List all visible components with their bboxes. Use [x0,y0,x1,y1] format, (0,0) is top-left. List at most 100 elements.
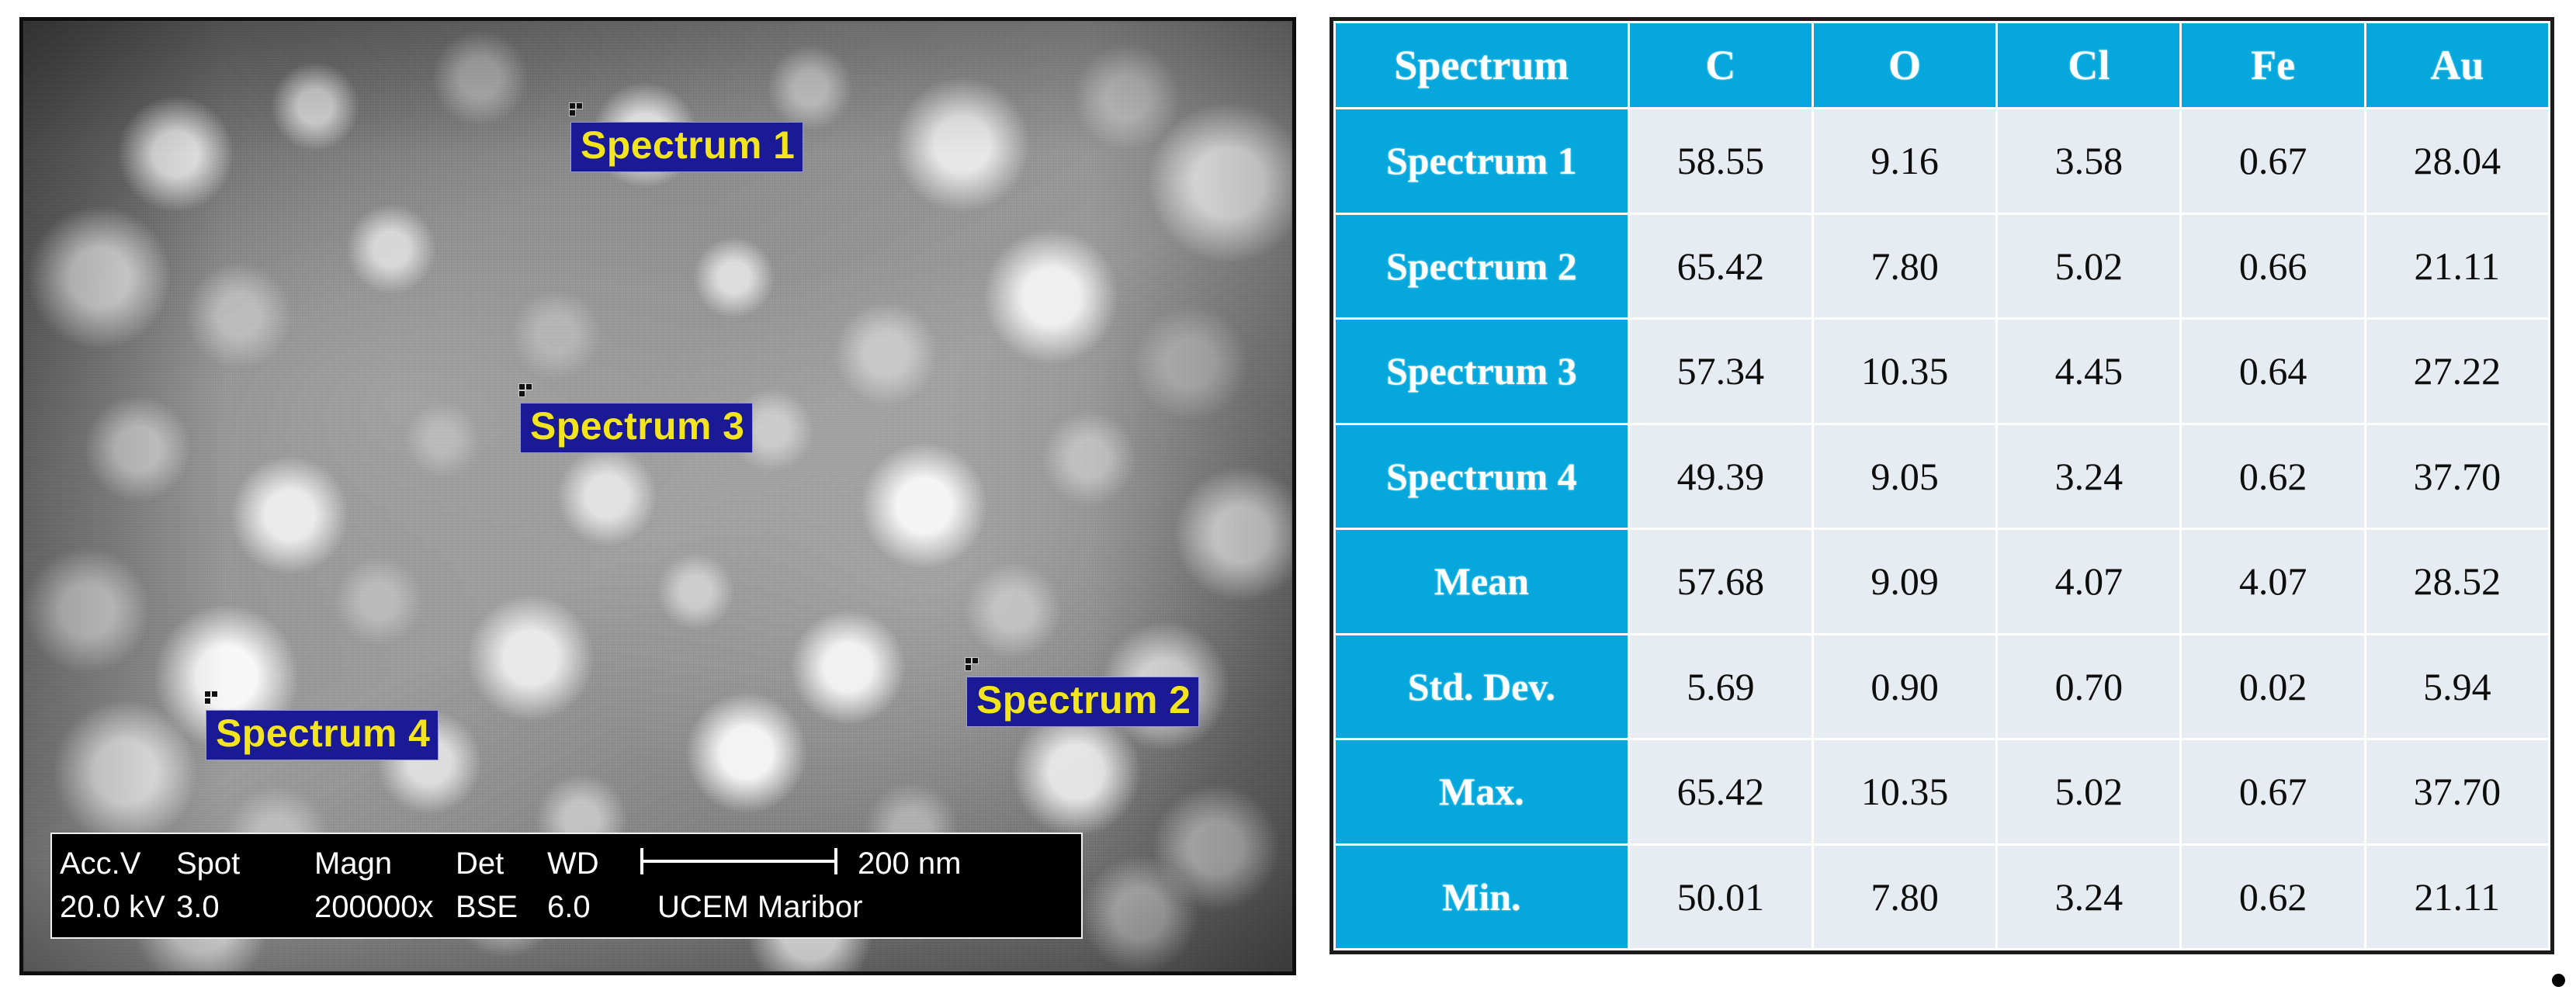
column-header-spectrum: Spectrum [1333,21,1630,109]
spectrum-label-2: Spectrum 2 [966,677,1200,727]
cell-fe: 4.07 [2179,528,2366,635]
table-row: Max. 65.42 10.35 5.02 0.67 37.70 [1333,738,2550,846]
row-header: Max. [1333,738,1630,846]
table-header-row: Spectrum C O Cl Fe Au [1333,21,2550,109]
cell-au: 28.52 [2363,528,2550,635]
crosshair-icon [205,691,219,705]
cell-o: 0.90 [1811,632,1999,740]
info-value-det: BSE [456,890,518,924]
cell-c: 49.39 [1627,422,1814,530]
scale-bar-line [642,859,836,863]
table-header: Spectrum C O Cl Fe Au [1333,21,2550,109]
table-row: Min. 50.01 7.80 3.24 0.62 21.11 [1333,843,2550,950]
cell-cl: 0.70 [1995,632,2182,740]
cell-au: 37.70 [2363,422,2550,530]
row-header: Spectrum 2 [1333,212,1630,320]
crosshair-icon [570,103,584,117]
info-label-det: Det [456,846,504,881]
cell-c: 65.42 [1627,738,1814,846]
table-row: Std. Dev. 5.69 0.90 0.70 0.02 5.94 [1333,632,2550,740]
scale-bar-graphic [639,847,839,874]
spectrum-label-1: Spectrum 1 [570,122,804,172]
cell-c: 57.34 [1627,317,1814,425]
spectrum-marker-1: Spectrum 1 [570,103,804,172]
cell-o: 9.16 [1811,107,1999,215]
cell-au: 37.70 [2363,738,2550,846]
cell-cl: 5.02 [1995,212,2182,320]
table-row: Spectrum 2 65.42 7.80 5.02 0.66 21.11 [1333,212,2550,320]
cell-c: 58.55 [1627,107,1814,215]
row-header: Spectrum 1 [1333,107,1630,215]
cell-fe: 0.02 [2179,632,2366,740]
trailing-period [2552,974,2565,987]
info-value-spot: 3.0 [176,890,220,924]
cell-au: 5.94 [2363,632,2550,740]
cell-fe: 0.67 [2179,738,2366,846]
scale-bar-value: 200 nm [858,846,962,881]
cell-cl: 4.45 [1995,317,2182,425]
cell-c: 57.68 [1627,528,1814,635]
eds-composition-table-panel: Spectrum C O Cl Fe Au Spectrum 1 58.55 9… [1330,17,2554,954]
row-header: Mean [1333,528,1630,635]
row-header: Min. [1333,843,1630,950]
cell-c: 5.69 [1627,632,1814,740]
column-header-c: C [1627,21,1814,109]
cell-cl: 3.58 [1995,107,2182,215]
cell-fe: 0.67 [2179,107,2366,215]
row-header: Spectrum 3 [1333,317,1630,425]
cell-au: 21.11 [2363,212,2550,320]
cell-c: 50.01 [1627,843,1814,950]
spectrum-marker-3: Spectrum 3 [519,384,754,453]
spectrum-label-3: Spectrum 3 [520,403,754,453]
sem-info-bar-values-row: 20.0 kV 3.0 200000x BSE 6.0 UCEM Maribor [60,885,1081,929]
cell-o: 9.05 [1811,422,1999,530]
cell-o: 10.35 [1811,317,1999,425]
cell-au: 21.11 [2363,843,2550,950]
spectrum-marker-4: Spectrum 4 [205,691,439,760]
cell-c: 65.42 [1627,212,1814,320]
cell-o: 10.35 [1811,738,1999,846]
info-label-acc-v: Acc.V [60,846,141,881]
cell-o: 7.80 [1811,843,1999,950]
scale-bar-right-cap [834,847,837,874]
column-header-o: O [1811,21,1999,109]
eds-composition-table: Spectrum C O Cl Fe Au Spectrum 1 58.55 9… [1333,21,2550,950]
spectrum-marker-2: Spectrum 2 [966,658,1200,727]
spectrum-label-4: Spectrum 4 [206,710,439,760]
column-header-cl: Cl [1995,21,2182,109]
sem-info-bar: Acc.V Spot Magn Det WD 200 nm 20.0 kV 3.… [50,833,1083,939]
row-header: Spectrum 4 [1333,422,1630,530]
cell-fe: 0.64 [2179,317,2366,425]
table-row: Mean 57.68 9.09 4.07 4.07 28.52 [1333,528,2550,635]
table-body: Spectrum 1 58.55 9.16 3.58 0.67 28.04 Sp… [1333,107,2550,950]
cell-fe: 0.62 [2179,422,2366,530]
cell-o: 7.80 [1811,212,1999,320]
info-label-magn: Magn [314,846,393,881]
column-header-fe: Fe [2179,21,2366,109]
info-value-facility: UCEM Maribor [657,890,863,924]
column-header-au: Au [2363,21,2550,109]
scale-bar [639,847,858,880]
cell-au: 28.04 [2363,107,2550,215]
table-row: Spectrum 3 57.34 10.35 4.45 0.64 27.22 [1333,317,2550,425]
info-label-wd: WD [547,846,599,881]
row-header: Std. Dev. [1333,632,1630,740]
crosshair-icon [966,658,979,672]
cell-fe: 0.66 [2179,212,2366,320]
info-value-acc-v: 20.0 kV [60,890,165,924]
cell-o: 9.09 [1811,528,1999,635]
table-row: Spectrum 4 49.39 9.05 3.24 0.62 37.70 [1333,422,2550,530]
cell-cl: 3.24 [1995,843,2182,950]
table-row: Spectrum 1 58.55 9.16 3.58 0.67 28.04 [1333,107,2550,215]
sem-info-bar-labels-row: Acc.V Spot Magn Det WD 200 nm [60,842,1081,885]
cell-au: 27.22 [2363,317,2550,425]
info-label-spot: Spot [176,846,241,881]
info-value-magn: 200000x [314,890,434,924]
cell-cl: 5.02 [1995,738,2182,846]
figure-root: Spectrum 1 Spectrum 3 Spectrum 2 Spectru… [0,0,2576,1004]
cell-cl: 4.07 [1995,528,2182,635]
sem-micrograph-panel: Spectrum 1 Spectrum 3 Spectrum 2 Spectru… [19,17,1296,975]
crosshair-icon [519,384,533,398]
cell-fe: 0.62 [2179,843,2366,950]
cell-cl: 3.24 [1995,422,2182,530]
